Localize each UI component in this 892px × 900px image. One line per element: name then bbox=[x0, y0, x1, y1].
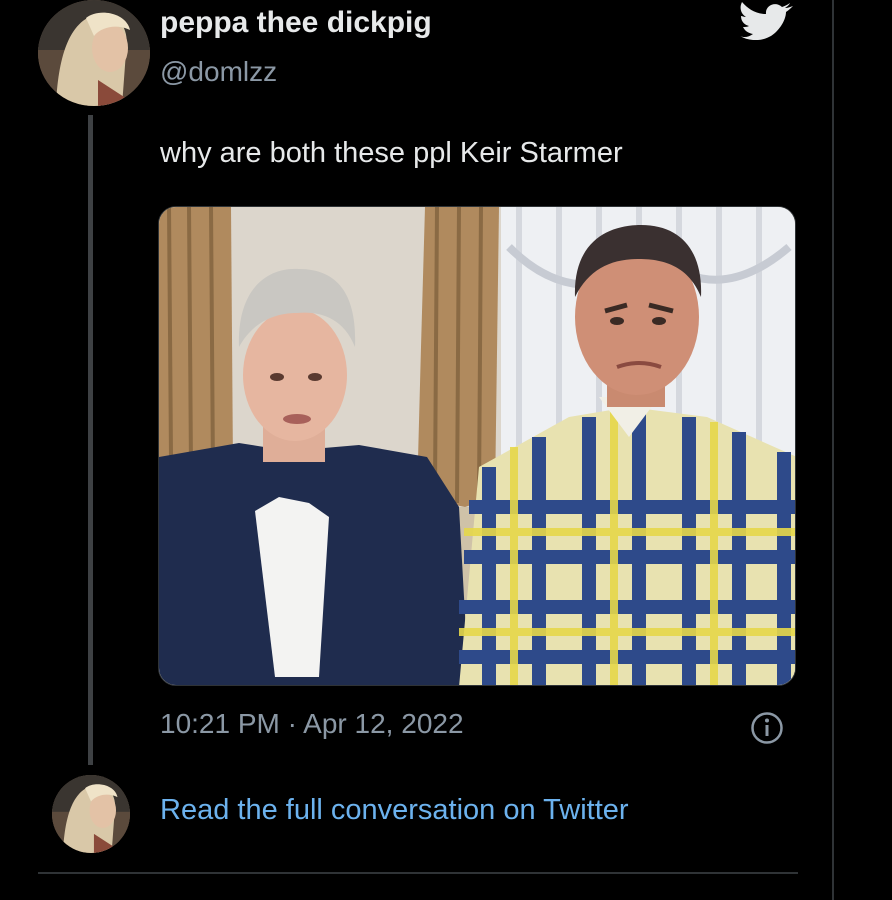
thread-line bbox=[88, 115, 93, 765]
read-full-conversation-link[interactable]: Read the full conversation on Twitter bbox=[160, 794, 629, 827]
tweet-timestamp[interactable]: 10:21 PM · Apr 12, 2022 bbox=[160, 708, 464, 740]
tweet-text: why are both these ppl Keir Starmer bbox=[160, 137, 623, 169]
info-icon[interactable] bbox=[750, 711, 784, 745]
tweet-photo-image bbox=[159, 207, 795, 685]
author-handle[interactable]: @domlzz bbox=[160, 56, 277, 88]
reply-avatar-image bbox=[52, 775, 130, 853]
reply-avatar[interactable] bbox=[52, 775, 130, 853]
twitter-bird-icon[interactable] bbox=[738, 0, 794, 40]
author-display-name[interactable]: peppa thee dickpig bbox=[160, 6, 432, 40]
author-avatar[interactable] bbox=[38, 0, 150, 106]
tweet-media-photo[interactable] bbox=[158, 206, 796, 686]
panel-right-border bbox=[832, 0, 834, 900]
author-avatar-image bbox=[38, 0, 150, 106]
bottom-divider bbox=[38, 872, 798, 874]
